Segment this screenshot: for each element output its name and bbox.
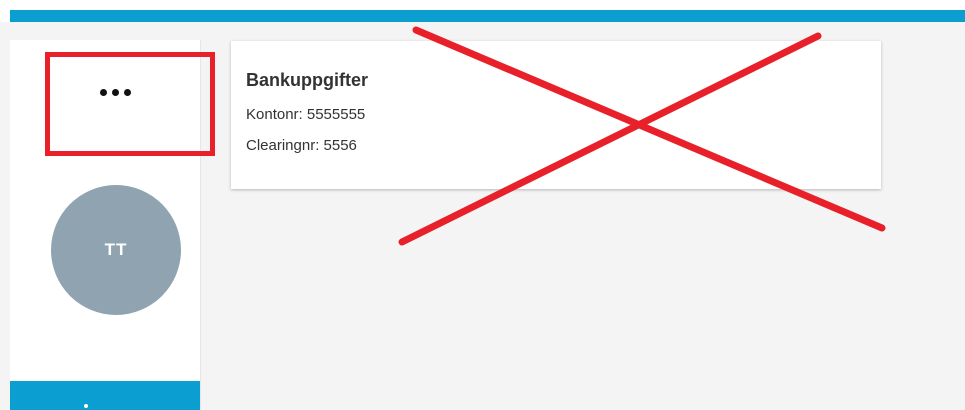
account-number: Kontonr: 5555555	[246, 106, 366, 123]
accent-bar	[10, 10, 965, 22]
top-bar	[0, 0, 965, 22]
clearing-number: Clearingnr: 5556	[246, 137, 357, 154]
sidebar-bottom-button[interactable]	[10, 381, 200, 410]
annotation-highlight-box	[45, 52, 215, 156]
avatar[interactable]: TT	[51, 185, 181, 315]
indicator-dot	[84, 404, 88, 408]
bank-details-card[interactable]: Bankuppgifter Kontonr: 5555555 Clearingn…	[231, 41, 881, 189]
card-title: Bankuppgifter	[246, 70, 369, 90]
avatar-initials: TT	[104, 240, 128, 259]
